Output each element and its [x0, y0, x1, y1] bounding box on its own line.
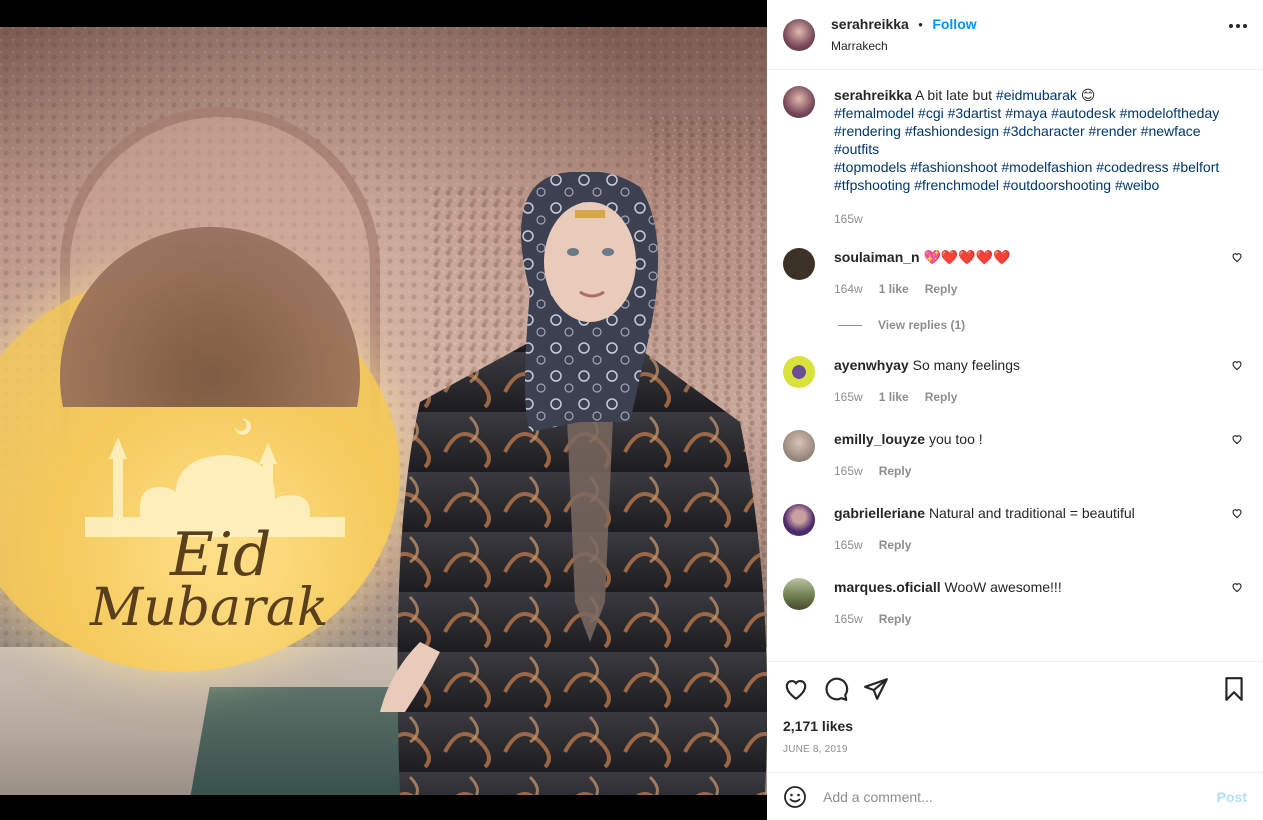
comment: gabrielleriane Natural and traditional =…	[783, 504, 1253, 554]
comment-time[interactable]: 164w	[834, 280, 863, 298]
comments-section[interactable]: serahreikka A bit late but #eidmubarak 😊…	[767, 71, 1263, 661]
comment-text: you too !	[928, 431, 983, 447]
like-comment-heart-icon[interactable]	[1231, 507, 1243, 519]
comment-avatar[interactable]	[783, 248, 815, 280]
comment-time[interactable]: 165w	[834, 388, 863, 406]
comment-meta: 165w Reply	[834, 610, 1226, 628]
like-comment-heart-icon[interactable]	[1231, 433, 1243, 445]
comment-likes[interactable]: 1 like	[879, 280, 909, 298]
comment-meta: 164w 1 like Reply	[834, 280, 1226, 298]
comment-likes[interactable]: 1 like	[879, 388, 909, 406]
caption-avatar[interactable]	[783, 86, 815, 118]
comment-avatar[interactable]	[783, 504, 815, 536]
comment-body: marques.oficiall WooW awesome!!! 165w Re…	[834, 578, 1226, 628]
post-media[interactable]: Eid Mubarak	[0, 0, 767, 820]
mubarak-line: Mubarak	[90, 578, 329, 638]
caption-username[interactable]: serahreikka	[834, 87, 912, 103]
comment-username[interactable]: gabrielleriane	[834, 505, 925, 521]
author-info: serahreikka • Follow Marrakech	[831, 15, 977, 54]
caption-body: serahreikka A bit late but #eidmubarak 😊…	[834, 86, 1226, 228]
caption-emoji: 😊	[1080, 87, 1096, 103]
comment-meta: 165w Reply	[834, 536, 1226, 554]
comment-icon[interactable]	[823, 676, 849, 702]
comment-time[interactable]: 165w	[834, 610, 863, 628]
caption-text: A bit late but	[914, 87, 993, 103]
author-avatar[interactable]	[783, 18, 815, 51]
comment-username[interactable]: marques.oficiall	[834, 579, 941, 595]
comment-body: ayenwhyay So many feelings 165w 1 like R…	[834, 356, 1226, 406]
comment-body: gabrielleriane Natural and traditional =…	[834, 504, 1226, 554]
comment: ayenwhyay So many feelings 165w 1 like R…	[783, 356, 1253, 406]
author-username[interactable]: serahreikka	[831, 16, 909, 32]
comment: soulaiman_n 💖❤️❤️❤️❤️ 164w 1 like Reply	[783, 248, 1253, 298]
post-actions: 2,171 likes JUNE 8, 2019	[767, 661, 1263, 771]
comment-username[interactable]: ayenwhyay	[834, 357, 909, 373]
mosque-silhouette	[85, 418, 345, 537]
like-comment-heart-icon[interactable]	[1231, 251, 1243, 263]
share-icon[interactable]	[863, 676, 889, 702]
hashtag[interactable]: #eidmubarak	[996, 87, 1077, 103]
replies-divider	[838, 324, 862, 326]
bookmark-icon[interactable]	[1221, 676, 1247, 702]
reply-button[interactable]: Reply	[879, 462, 912, 480]
likes-count[interactable]: 2,171 likes	[783, 718, 853, 734]
comment-body: soulaiman_n 💖❤️❤️❤️❤️ 164w 1 like Reply	[834, 248, 1226, 298]
comment: marques.oficiall WooW awesome!!! 165w Re…	[783, 578, 1253, 628]
comment-avatar[interactable]	[783, 430, 815, 462]
eid-mubarak-text: Eid Mubarak	[90, 520, 330, 638]
model-figure	[380, 172, 767, 795]
like-comment-heart-icon[interactable]	[1231, 581, 1243, 593]
caption: serahreikka A bit late but #eidmubarak 😊…	[783, 86, 1253, 228]
post-panel: serahreikka • Follow Marrakech serahreik…	[767, 0, 1263, 820]
separator-dot: •	[918, 17, 923, 32]
heart-icon[interactable]	[783, 676, 809, 702]
comment-avatar[interactable]	[783, 356, 815, 388]
caption-time[interactable]: 165w	[834, 210, 863, 228]
more-options-icon[interactable]	[1229, 24, 1247, 28]
comment-text: 💖❤️❤️❤️❤️	[923, 249, 1011, 265]
view-replies-label: View replies (1)	[878, 318, 966, 332]
hashtag-line[interactable]: #topmodels #fashionshoot #modelfashion #…	[834, 158, 1226, 176]
comment-meta: 165w 1 like Reply	[834, 388, 1226, 406]
comment-body: emilly_louyze you too ! 165w Reply	[834, 430, 1226, 480]
comment-input[interactable]	[823, 788, 1193, 805]
post-location[interactable]: Marrakech	[831, 39, 977, 54]
post-header: serahreikka • Follow Marrakech	[767, 0, 1263, 70]
comment-meta: 165w Reply	[834, 462, 1226, 480]
follow-button[interactable]: Follow	[932, 16, 976, 32]
reply-button[interactable]: Reply	[879, 610, 912, 628]
comment-text: WooW awesome!!!	[944, 579, 1062, 595]
comment-time[interactable]: 165w	[834, 536, 863, 554]
like-comment-heart-icon[interactable]	[1231, 359, 1243, 371]
comment-text: So many feelings	[912, 357, 1021, 373]
view-replies-button[interactable]: View replies (1)	[838, 318, 965, 332]
post-date[interactable]: JUNE 8, 2019	[783, 744, 848, 755]
comment-avatar[interactable]	[783, 578, 815, 610]
comment-text: Natural and traditional = beautiful	[928, 505, 1135, 521]
comment-username[interactable]: soulaiman_n	[834, 249, 920, 265]
reply-button[interactable]: Reply	[925, 388, 958, 406]
add-comment-bar: Post	[767, 772, 1263, 820]
caption-meta: 165w	[834, 210, 1226, 228]
hashtag-line[interactable]: #femalmodel #cgi #3dartist #maya #autode…	[834, 104, 1226, 122]
comment-time[interactable]: 165w	[834, 462, 863, 480]
eid-line: Eid	[170, 520, 272, 590]
hashtag-line[interactable]: #tfpshooting #frenchmodel #outdoorshooti…	[834, 176, 1226, 194]
hashtag-line[interactable]: #rendering #fashiondesign #3dcharacter #…	[834, 122, 1226, 140]
comment-username[interactable]: emilly_louyze	[834, 431, 925, 447]
reply-button[interactable]: Reply	[925, 280, 958, 298]
hashtag-line[interactable]: #outfits	[834, 140, 1226, 158]
post-comment-button[interactable]: Post	[1217, 789, 1247, 805]
post-photo[interactable]: Eid Mubarak	[0, 27, 767, 795]
comment: emilly_louyze you too ! 165w Reply	[783, 430, 1253, 480]
reply-button[interactable]: Reply	[879, 536, 912, 554]
emoji-icon[interactable]	[783, 785, 807, 809]
